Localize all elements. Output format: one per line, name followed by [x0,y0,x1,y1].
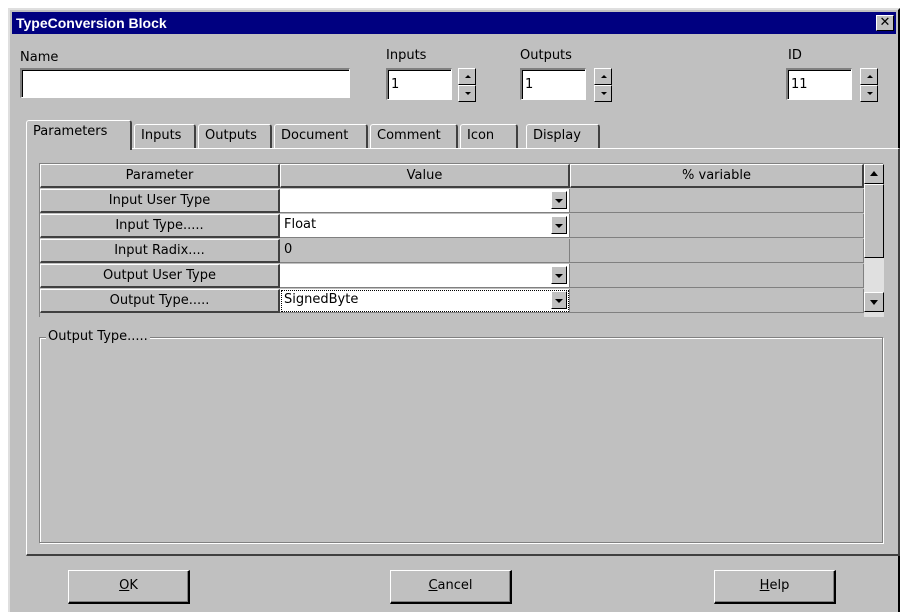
tab-label: Icon [467,128,495,143]
tab-label: Outputs [205,128,257,143]
chevron-down-icon [555,274,563,278]
tab-parameters[interactable]: Parameters [26,120,132,150]
variable-cell[interactable] [570,189,864,213]
tab-label: Document [281,128,349,143]
arrow-up-icon [601,75,607,78]
cancel-label: ancel [437,578,473,593]
param-value-cell[interactable]: 0 [280,239,570,263]
help-button[interactable]: Help [714,570,836,604]
window-title: TypeConversion Block [16,15,167,31]
arrow-down-icon [867,92,873,95]
tab-inputs[interactable]: Inputs [134,124,196,148]
param-name[interactable]: Input Radix.... [40,239,280,263]
chevron-down-icon [555,199,563,203]
ok-mnemonic: O [119,578,130,593]
typeconversion-dialog: TypeConversion Block ✕ Name Inputs Outpu… [8,8,900,612]
param-name[interactable]: Output User Type [40,264,280,288]
title-bar: TypeConversion Block ✕ [12,12,896,34]
scroll-thumb[interactable] [864,184,884,258]
cancel-mnemonic: C [428,578,438,593]
help-mnemonic: H [759,578,770,593]
outputs-spin-down[interactable] [594,85,612,102]
variable-cell[interactable] [570,239,864,263]
tab-label: Comment [377,128,441,143]
scroll-up-button[interactable] [864,164,884,184]
id-input[interactable] [788,70,851,99]
parameter-grid: Parameter Value % variable Input User Ty… [39,163,884,317]
dropdown-button[interactable] [551,266,567,284]
param-name[interactable]: Input User Type [40,189,280,213]
param-value: 0 [284,242,293,257]
ok-label: K [129,578,138,593]
id-field[interactable] [786,68,852,100]
dropdown-button[interactable] [551,216,567,234]
param-name[interactable]: Output Type..... [40,289,280,313]
tab-display[interactable]: Display [526,124,600,148]
header-value[interactable]: Value [280,164,570,188]
dropdown-button[interactable] [551,191,567,209]
param-value-select[interactable] [280,189,570,213]
outputs-input[interactable] [522,70,585,99]
param-value: SignedByte [284,292,359,307]
param-name[interactable]: Input Type..... [40,214,280,238]
tab-document[interactable]: Document [274,124,368,148]
param-value-select[interactable]: SignedByte [280,289,570,313]
id-label: ID [788,48,802,63]
outputs-spin-up[interactable] [594,68,612,85]
cancel-button[interactable]: Cancel [390,570,512,604]
header-variable[interactable]: % variable [570,164,864,188]
inputs-spin-up[interactable] [458,68,476,85]
arrow-up-icon [867,75,873,78]
chevron-down-icon [555,224,563,228]
outputs-spinner[interactable] [594,68,612,102]
inputs-input[interactable] [388,70,451,99]
description-groupbox: Output Type..... [39,329,883,543]
close-button[interactable]: ✕ [876,15,894,31]
header-parameter[interactable]: Parameter [40,164,280,188]
variable-cell[interactable] [570,214,864,238]
inputs-spinner[interactable] [458,68,476,102]
tab-comment[interactable]: Comment [370,124,458,148]
inputs-spin-down[interactable] [458,85,476,102]
arrow-down-icon [465,92,471,95]
id-spin-up[interactable] [860,68,878,85]
description-title: Output Type..... [46,329,150,344]
dropdown-button[interactable] [551,291,567,309]
param-value: Float [284,217,317,232]
arrow-up-icon [870,171,878,176]
variable-cell[interactable] [570,289,864,313]
tab-label: Display [533,128,581,143]
id-spin-down[interactable] [860,85,878,102]
chevron-down-icon [555,299,563,303]
ok-button[interactable]: OK [68,570,190,604]
grid-scrollbar[interactable] [864,164,884,317]
arrow-up-icon [465,75,471,78]
tab-label: Parameters [33,124,108,139]
outputs-field[interactable] [520,68,586,100]
inputs-field[interactable] [386,68,452,100]
arrow-down-icon [601,92,607,95]
tab-outputs[interactable]: Outputs [198,124,272,148]
name-input[interactable] [22,70,349,97]
outputs-label: Outputs [520,48,572,63]
help-label: elp [769,578,790,593]
name-field[interactable] [20,68,350,98]
scroll-down-button[interactable] [864,292,884,312]
close-icon: ✕ [879,15,891,30]
parameters-panel: Parameter Value % variable Input User Ty… [26,148,900,556]
inputs-label: Inputs [386,48,427,63]
param-value-select[interactable] [280,264,570,288]
tab-label: Inputs [141,128,182,143]
id-spinner[interactable] [860,68,878,102]
variable-cell[interactable] [570,264,864,288]
tab-icon[interactable]: Icon [460,124,518,148]
name-label: Name [20,50,59,65]
param-value-select[interactable]: Float [280,214,570,238]
arrow-down-icon [870,300,878,305]
